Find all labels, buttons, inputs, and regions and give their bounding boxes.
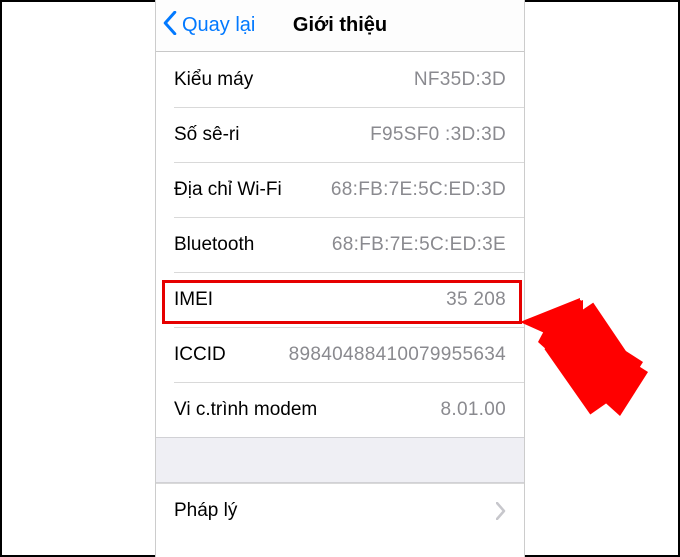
row-label: ICCID	[174, 344, 226, 366]
section-spacer	[156, 437, 524, 483]
row-label: IMEI	[174, 289, 213, 311]
row-value: 35 208	[446, 289, 506, 311]
chevron-left-icon	[162, 11, 178, 41]
row-value: 68:FB:7E:5C:ED:3D	[331, 179, 506, 201]
row-bluetooth[interactable]: Bluetooth 68:FB:7E:5C:ED:3E	[156, 217, 524, 272]
row-label: Pháp lý	[174, 500, 237, 522]
row-label: Bluetooth	[174, 234, 254, 256]
settings-list: Kiểu máy NF35D:3D Số sê-ri F95SF0 :3D:3D…	[156, 52, 524, 538]
row-value: 89840488410079955634	[289, 344, 506, 366]
row-value: NF35D:3D	[414, 69, 506, 91]
row-label: Vi c.trình modem	[174, 399, 317, 421]
chevron-right-icon	[496, 502, 506, 520]
row-value: 8.01.00	[441, 399, 507, 421]
nav-bar: Quay lại Giới thiệu	[156, 0, 524, 52]
row-model[interactable]: Kiểu máy NF35D:3D	[156, 52, 524, 107]
row-modem[interactable]: Vi c.trình modem 8.01.00	[156, 382, 524, 437]
row-value: F95SF0 :3D:3D	[370, 124, 506, 146]
row-iccid[interactable]: ICCID 89840488410079955634	[156, 327, 524, 382]
row-serial[interactable]: Số sê-ri F95SF0 :3D:3D	[156, 107, 524, 162]
row-value: 68:FB:7E:5C:ED:3E	[332, 234, 506, 256]
row-label: Kiểu máy	[174, 69, 253, 91]
row-legal[interactable]: Pháp lý	[156, 483, 524, 538]
row-imei[interactable]: IMEI 35 208	[156, 272, 524, 327]
row-label: Địa chỉ Wi-Fi	[174, 179, 282, 201]
back-label: Quay lại	[182, 14, 255, 37]
row-label: Số sê-ri	[174, 124, 239, 146]
phone-screen: Quay lại Giới thiệu Kiểu máy NF35D:3D Số…	[155, 0, 525, 557]
back-button[interactable]: Quay lại	[156, 11, 255, 41]
row-wifi[interactable]: Địa chỉ Wi-Fi 68:FB:7E:5C:ED:3D	[156, 162, 524, 217]
